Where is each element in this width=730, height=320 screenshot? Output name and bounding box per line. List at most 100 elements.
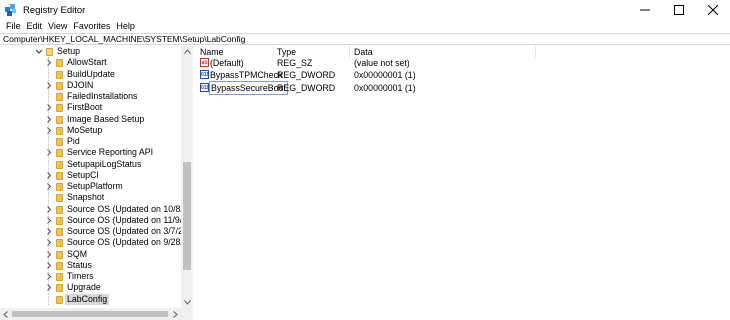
- tree-item[interactable]: Source OS (Updated on 9/28/2019: [0, 237, 192, 248]
- registry-value-row[interactable]: 011 BypassTPMCheck REG_DWORD 0x00000001 (1): [196, 69, 730, 81]
- chevron-down-icon[interactable]: [35, 47, 43, 56]
- tree-item[interactable]: Source OS (Updated on 3/7/2021: [0, 226, 192, 237]
- value-name: BypassSecureBoot: [209, 80, 288, 95]
- tree-item-label: AllowStart: [67, 57, 107, 68]
- tree-item[interactable]: Service Reporting API: [0, 147, 182, 158]
- tree-item-label: Status: [67, 259, 92, 270]
- tree-item-label: SetupPlatform: [67, 181, 123, 191]
- tree-item-label: Pid: [67, 136, 80, 146]
- menu-help[interactable]: Help: [113, 20, 138, 32]
- chevron-right-icon[interactable]: [45, 205, 53, 214]
- chevron-right-icon[interactable]: [45, 182, 53, 191]
- tree-item[interactable]: AllowStart: [0, 57, 182, 68]
- chevron-right-icon[interactable]: [45, 126, 53, 135]
- tree-item[interactable]: Timers: [0, 271, 182, 282]
- folder-icon: [56, 284, 63, 293]
- tree-item[interactable]: Image Based Setup: [0, 114, 182, 125]
- value-name: (Default): [210, 57, 244, 68]
- tree-item[interactable]: SetupapiLogStatus: [0, 159, 182, 170]
- chevron-right-icon[interactable]: [45, 115, 53, 124]
- chevron-right-icon[interactable]: [45, 238, 53, 247]
- tree-item[interactable]: DJOIN: [0, 80, 182, 91]
- minimize-button[interactable]: [628, 0, 662, 20]
- tree-item-label: Image Based Setup: [67, 113, 145, 124]
- close-button[interactable]: [696, 0, 730, 20]
- tree-item[interactable]: Source OS (Updated on 11/9/2017: [0, 215, 192, 226]
- scroll-right-icon[interactable]: [170, 308, 181, 320]
- folder-icon: [56, 59, 63, 68]
- chevron-right-icon[interactable]: [45, 148, 53, 157]
- tree-item-label: FirstBoot: [67, 102, 103, 113]
- tree-item[interactable]: Snapshot: [0, 192, 182, 203]
- vertical-scroll-thumb[interactable]: [183, 162, 191, 270]
- string-value-icon: ab: [200, 57, 209, 67]
- chevron-right-icon[interactable]: [45, 272, 53, 281]
- value-name: BypassTPMCheck: [210, 70, 283, 80]
- tree-item-label: FailedInstallations: [67, 91, 138, 101]
- tree-item[interactable]: SetupCl: [0, 170, 182, 181]
- tree-item-label: Upgrade: [67, 282, 101, 293]
- registry-value-row[interactable]: 011 BypassSecureBoot REG_DWORD 0x00000001 (…: [196, 80, 730, 95]
- tree-item[interactable]: BuildUpdate: [0, 69, 182, 80]
- menu-view[interactable]: View: [45, 20, 70, 32]
- tree-vertical-scrollbar[interactable]: [181, 46, 193, 308]
- chevron-right-icon[interactable]: [45, 216, 53, 225]
- folder-icon: [56, 183, 63, 191]
- tree-item-label: LabConfig: [65, 293, 110, 305]
- tree-item[interactable]: FirstBoot: [0, 102, 182, 113]
- scroll-up-icon[interactable]: [181, 46, 193, 57]
- tree-item-label: MoSetup: [67, 124, 103, 135]
- tree-item-label: DJOIN: [67, 79, 94, 90]
- folder-icon: [56, 93, 63, 101]
- title-bar: Registry Editor: [0, 0, 730, 20]
- chevron-right-icon[interactable]: [45, 103, 53, 112]
- maximize-icon: [674, 5, 684, 15]
- dword-value-icon: 011: [200, 82, 210, 92]
- value-type: REG_SZ: [277, 57, 313, 68]
- scroll-down-icon[interactable]: [181, 297, 193, 308]
- chevron-right-icon[interactable]: [45, 58, 53, 67]
- registry-value-row[interactable]: ab (Default) REG_SZ (value not set): [196, 57, 730, 69]
- folder-icon: [56, 228, 63, 236]
- tree-item-label: SQM: [67, 248, 88, 259]
- maximize-button[interactable]: [662, 0, 696, 20]
- tree-item-label: Service Reporting API: [67, 147, 154, 158]
- menu-bar: File Edit View Favorites Help: [0, 20, 730, 32]
- value-data: 0x00000001 (1): [354, 70, 416, 80]
- tree-horizontal-scrollbar[interactable]: [0, 308, 193, 320]
- menu-file[interactable]: File: [3, 20, 24, 32]
- tree-item-label: Setup: [57, 46, 80, 56]
- value-type: REG_DWORD: [277, 70, 336, 80]
- folder-open-icon: [46, 48, 53, 56]
- address-bar[interactable]: Computer\HKEY_LOCAL_MACHINE\SYSTEM\Setup…: [0, 33, 730, 45]
- chevron-right-icon[interactable]: [45, 261, 53, 270]
- scroll-left-icon[interactable]: [0, 308, 11, 320]
- tree-item[interactable]: LabConfig: [0, 293, 182, 305]
- tree-item[interactable]: MoSetup: [0, 125, 182, 136]
- tree-pane[interactable]: Setup AllowStart BuildUpdate DJOIN FailedIn…: [0, 46, 193, 308]
- tree-item[interactable]: Status: [0, 260, 182, 271]
- chevron-right-icon[interactable]: [45, 250, 53, 259]
- tree-item[interactable]: Source OS (Updated on 10/8/2018: [0, 204, 192, 215]
- tree-item-setup[interactable]: Setup: [0, 46, 182, 57]
- tree-item[interactable]: Upgrade: [0, 282, 182, 293]
- folder-icon: [56, 138, 63, 146]
- chevron-right-icon[interactable]: [45, 227, 53, 236]
- tree-item[interactable]: SQM: [0, 249, 182, 260]
- tree-item-label: Source OS (Updated on 11/9/2017: [67, 214, 193, 225]
- chevron-right-icon[interactable]: [45, 171, 53, 180]
- menu-favorites[interactable]: Favorites: [70, 20, 113, 32]
- tree-item-label: Source OS (Updated on 10/8/2018: [67, 203, 193, 214]
- values-pane[interactable]: Name Type Data ab (Default) REG_SZ (value n…: [196, 46, 730, 320]
- menu-edit[interactable]: Edit: [24, 20, 46, 32]
- tree-item-label: Source OS (Updated on 9/28/2019: [67, 237, 193, 248]
- folder-icon: [56, 126, 63, 135]
- chevron-right-icon[interactable]: [45, 81, 53, 90]
- value-data: 0x00000001 (1): [354, 82, 416, 93]
- horizontal-scroll-thumb[interactable]: [12, 311, 168, 317]
- tree-item[interactable]: Pid: [0, 136, 182, 147]
- chevron-right-icon[interactable]: [45, 283, 53, 292]
- tree-item[interactable]: SetupPlatform: [0, 181, 182, 192]
- tree-item[interactable]: FailedInstallations: [0, 91, 182, 102]
- folder-icon: [56, 115, 63, 124]
